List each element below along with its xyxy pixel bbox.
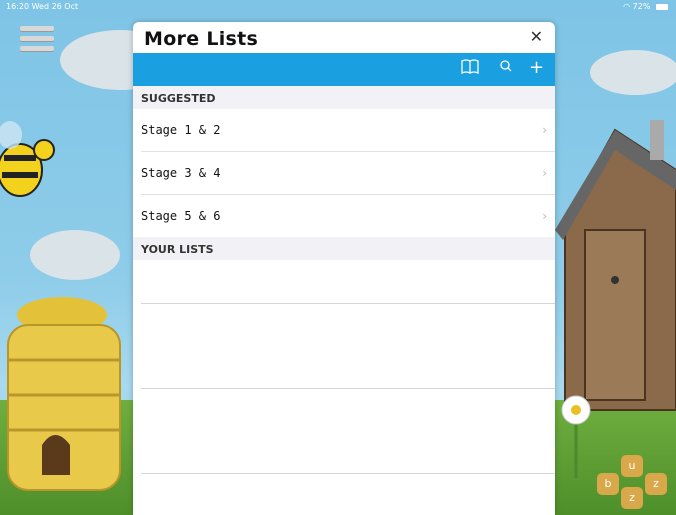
suggested-section-header: SUGGESTED: [133, 86, 555, 109]
beehive-illustration: [7, 297, 121, 491]
list-item-stage-1-2[interactable]: Stage 1 & 2 ›: [141, 109, 555, 152]
bee-illustration: [0, 121, 55, 197]
more-lists-modal: More Lists ✕ + SUGGESTED Stage 1 & 2 › S…: [133, 22, 555, 515]
hex-tile: b: [597, 473, 619, 495]
cloud: [30, 230, 120, 280]
list-item-label: Stage 1 & 2: [141, 123, 221, 137]
status-battery: ◠ 72%: [623, 2, 668, 11]
menu-icon-bar: [20, 26, 54, 31]
hex-tile: u: [621, 455, 643, 477]
battery-icon: [656, 3, 668, 10]
your-lists-section-header: YOUR LISTS: [133, 237, 555, 260]
hex-letter-tiles: u b z z: [595, 455, 670, 510]
modal-title: More Lists: [144, 28, 259, 50]
menu-icon-bar: [20, 46, 54, 51]
empty-list-row: [141, 260, 555, 304]
cloud: [590, 50, 676, 95]
empty-list-row: [141, 304, 555, 389]
book-icon[interactable]: [461, 59, 479, 79]
list-item-label: Stage 3 & 4: [141, 166, 221, 180]
battery-percent: 72%: [632, 2, 651, 11]
empty-list-row: [141, 389, 555, 474]
plus-icon[interactable]: +: [529, 57, 544, 78]
hex-tile: z: [621, 487, 643, 509]
status-time: 16:20 Wed 26 Oct: [6, 2, 79, 11]
list-item-label: Stage 5 & 6: [141, 209, 221, 223]
wifi-icon: ◠: [623, 2, 631, 11]
list-item-stage-3-4[interactable]: Stage 3 & 4 ›: [141, 152, 555, 195]
menu-button[interactable]: [20, 26, 54, 52]
chevron-right-icon: ›: [542, 166, 547, 180]
search-icon[interactable]: [499, 59, 513, 79]
modal-toolbar: +: [133, 53, 555, 86]
modal-header: More Lists ✕: [133, 22, 555, 53]
chevron-right-icon: ›: [542, 209, 547, 223]
status-bar: 16:20 Wed 26 Oct ◠ 72%: [0, 0, 676, 14]
close-button[interactable]: ✕: [530, 27, 543, 46]
list-item-stage-5-6[interactable]: Stage 5 & 6 ›: [141, 195, 555, 237]
flower-illustration: [561, 395, 591, 478]
chevron-right-icon: ›: [542, 123, 547, 137]
hex-tile: z: [645, 473, 667, 495]
menu-icon-bar: [20, 36, 54, 41]
